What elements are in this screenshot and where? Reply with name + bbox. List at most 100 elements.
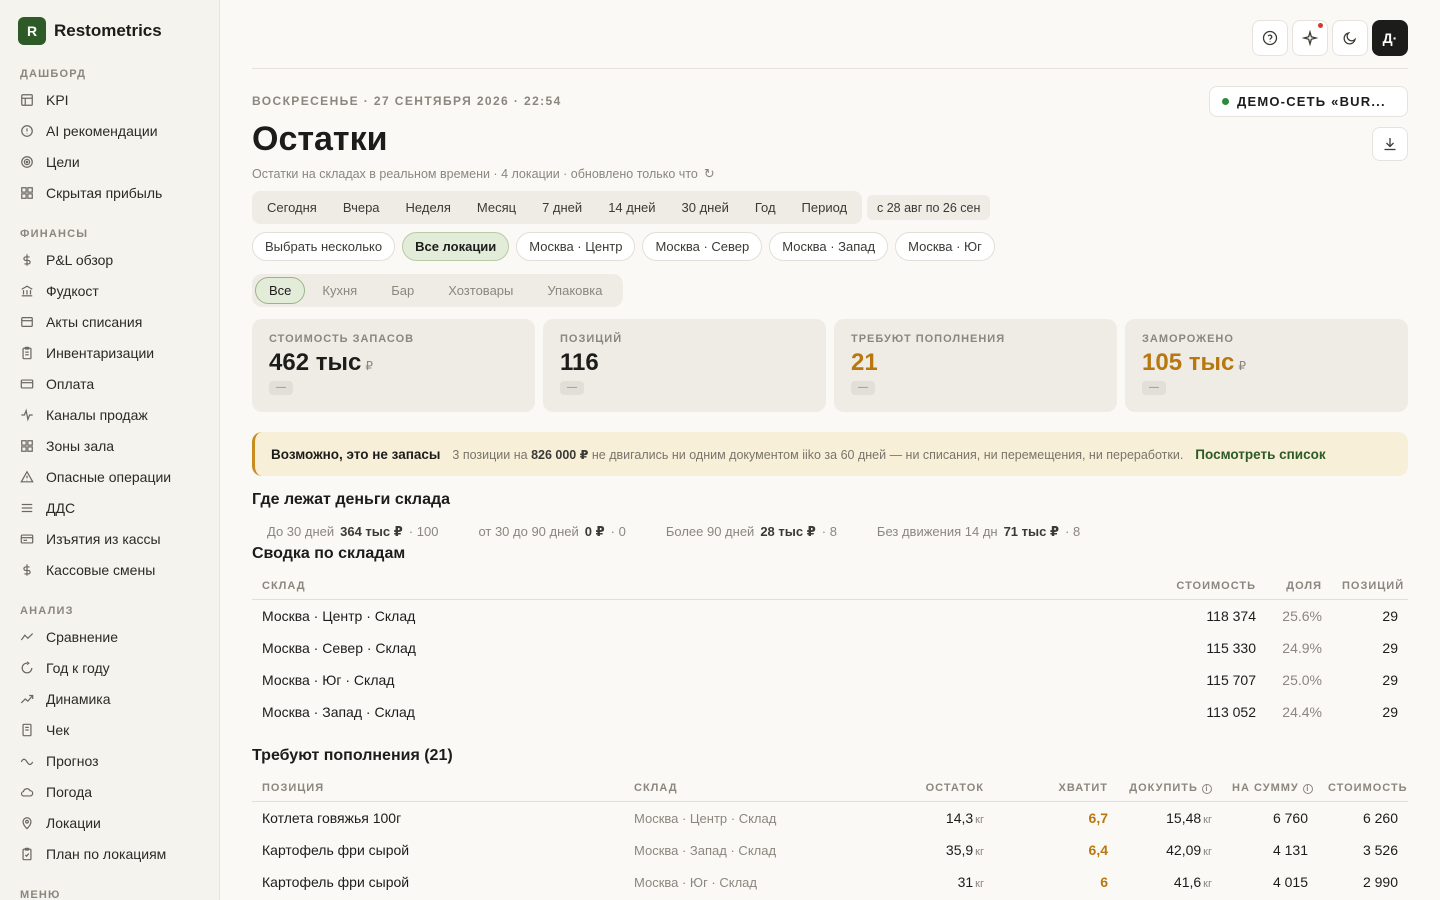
nav-section-dashboard: ДАШБОРД (20, 68, 87, 80)
refresh-icon[interactable]: ↻ (704, 166, 715, 182)
register-icon (20, 532, 34, 546)
table-row[interactable]: Москва · Запад · Склад 113 052 24.4% 29 (252, 696, 1408, 728)
table-row[interactable]: Москва · Юг · Склад 115 707 25.0% 29 (252, 664, 1408, 696)
location-all[interactable]: Все локации (402, 232, 510, 261)
sidebar-item-dangerous[interactable]: Опасные операции (20, 465, 210, 489)
category-tab-packaging[interactable]: Упаковка (530, 277, 619, 304)
sidebar-item-goals[interactable]: Цели (20, 150, 210, 174)
aging-title: Где лежат деньги склада (252, 491, 451, 508)
sidebar-item-writeoffs[interactable]: Акты списания (20, 310, 210, 334)
period-tab-week[interactable]: Неделя (393, 191, 464, 224)
category-tab-all[interactable]: Все (255, 277, 306, 304)
org-name: ДЕМО-СЕТЬ «BUR... (1237, 94, 1386, 109)
info-icon[interactable]: i (1302, 783, 1313, 794)
download-button[interactable] (1372, 127, 1408, 161)
period-tab-30d[interactable]: 30 дней (669, 191, 742, 224)
sidebar-item-compare[interactable]: Сравнение (20, 625, 210, 649)
refresh-icon (20, 661, 34, 675)
help-button[interactable] (1252, 20, 1288, 56)
sidebar-item-forecast[interactable]: Прогноз (20, 749, 210, 773)
alert-title: Возможно, это не запасы (271, 446, 441, 462)
sidebar-item-weather[interactable]: Погода (20, 780, 210, 804)
location-south[interactable]: Москва · Юг (895, 232, 995, 261)
sidebar-item-yoy[interactable]: Год к году (20, 656, 210, 680)
status-dot-icon (1222, 98, 1229, 105)
bank-icon (20, 284, 34, 298)
kpi-restock: ТРЕБУЮТ ПОПОЛНЕНИЯ 21 — (834, 319, 1117, 412)
sidebar-item-locations[interactable]: Локации (20, 811, 210, 835)
brand[interactable]: R Restometrics (18, 17, 162, 45)
nav-section-menu: МЕНЮ (20, 889, 61, 900)
table-row[interactable]: Москва · Центр · Склад 118 374 25.6% 29 (252, 600, 1408, 632)
sidebar-item-payment[interactable]: Оплата (20, 372, 210, 396)
sidebar-item-channels[interactable]: Каналы продаж (20, 403, 210, 427)
table-row[interactable]: Картофель фри сырой Москва · Юг · Склад … (252, 866, 1408, 898)
grid-icon (20, 186, 34, 200)
sidebar-item-location-plan[interactable]: План по локациям (20, 842, 210, 866)
period-tab-7d[interactable]: 7 дней (529, 191, 595, 224)
table-row[interactable]: Москва · Север · Склад 115 330 24.9% 29 (252, 632, 1408, 664)
page-title: Остатки (252, 120, 388, 158)
period-tab-month[interactable]: Месяц (464, 191, 529, 224)
clipboard-check-icon (20, 847, 34, 861)
sidebar-item-kpi[interactable]: KPI (20, 88, 210, 112)
category-tab-bar[interactable]: Бар (374, 277, 431, 304)
date-range-chip[interactable]: с 28 авг по 26 сен (867, 195, 991, 220)
period-tab-custom[interactable]: Период (789, 191, 861, 224)
document-icon (20, 315, 34, 329)
sidebar-item-pnl[interactable]: P&L обзор (20, 248, 210, 272)
kpi-delta: — (1142, 381, 1166, 395)
theme-toggle-button[interactable] (1332, 20, 1368, 56)
kpi-stock-value: СТОИМОСТЬ ЗАПАСОВ 462 тыс ₽ — (252, 319, 535, 412)
period-tab-today[interactable]: Сегодня (254, 191, 330, 224)
sidebar-item-hidden-profit[interactable]: Скрытая прибыль (20, 181, 210, 205)
sidebar: R Restometrics ДАШБОРД KPI AI рекомендац… (0, 0, 220, 900)
dead-stock-alert: Возможно, это не запасы 3 позиции на 826… (252, 432, 1408, 476)
cloud-icon (20, 785, 34, 799)
sidebar-item-ai[interactable]: AI рекомендации (20, 119, 210, 143)
aging-bucket: Без движения 14 дн 71 тыс ₽ · 8 (876, 524, 1081, 539)
period-tab-14d[interactable]: 14 дней (595, 191, 668, 224)
wave-icon (20, 754, 34, 768)
info-icon[interactable]: i (1202, 783, 1212, 794)
sidebar-item-dynamics[interactable]: Динамика (20, 687, 210, 711)
sidebar-item-shifts[interactable]: Кассовые смены (20, 558, 210, 582)
user-avatar[interactable]: Д· (1372, 20, 1408, 56)
table-row[interactable]: Котлета говяжья 100г Москва · Центр · Ск… (252, 802, 1408, 834)
kpi-delta: — (269, 381, 293, 395)
kpi-delta: — (560, 381, 584, 395)
sidebar-item-foodcost[interactable]: Фудкост (20, 279, 210, 303)
kpi-delta: — (851, 381, 875, 395)
ai-sparkle-button[interactable] (1292, 20, 1328, 56)
clipboard-icon (20, 346, 34, 360)
org-selector[interactable]: ДЕМО-СЕТЬ «BUR... (1209, 86, 1408, 117)
card-icon (20, 377, 34, 391)
category-tab-household[interactable]: Хозтовары (431, 277, 530, 304)
table-header: СКЛАД СТОИМОСТЬ ДОЛЯ ПОЗИЦИЙ (252, 572, 1408, 600)
period-tab-yesterday[interactable]: Вчера (330, 191, 393, 224)
view-list-link[interactable]: Посмотреть список (1195, 447, 1325, 462)
category-tab-kitchen[interactable]: Кухня (305, 277, 374, 304)
topbar-divider (252, 68, 1408, 69)
period-tabs: Сегодня Вчера Неделя Месяц 7 дней 14 дне… (252, 191, 863, 224)
sidebar-item-cash-withdrawals[interactable]: Изъятия из кассы (20, 527, 210, 551)
location-west[interactable]: Москва · Запад (769, 232, 889, 261)
notification-dot (1318, 23, 1323, 28)
sidebar-item-dds[interactable]: ДДС (20, 496, 210, 520)
brand-logo: R (18, 17, 46, 45)
period-tab-year[interactable]: Год (742, 191, 789, 224)
sidebar-item-zones[interactable]: Зоны зала (20, 434, 210, 458)
summary-title: Сводка по складам (252, 545, 406, 562)
table-row[interactable]: Картофель фри сырой Москва · Запад · Скл… (252, 834, 1408, 866)
location-center[interactable]: Москва · Центр (516, 232, 636, 261)
receipt-icon (20, 723, 34, 737)
location-north[interactable]: Москва · Север (642, 232, 763, 261)
category-tabs: Все Кухня Бар Хозтовары Упаковка (252, 274, 623, 307)
location-multi-select[interactable]: Выбрать несколько (252, 232, 396, 261)
menu-icon (20, 501, 34, 515)
alert-circle-icon (20, 124, 34, 138)
sidebar-item-check[interactable]: Чек (20, 718, 210, 742)
restock-title: Требуют пополнения (21) (252, 747, 453, 764)
sidebar-item-inventory[interactable]: Инвентаризации (20, 341, 210, 365)
nav-section-analysis: АНАЛИЗ (20, 605, 74, 617)
